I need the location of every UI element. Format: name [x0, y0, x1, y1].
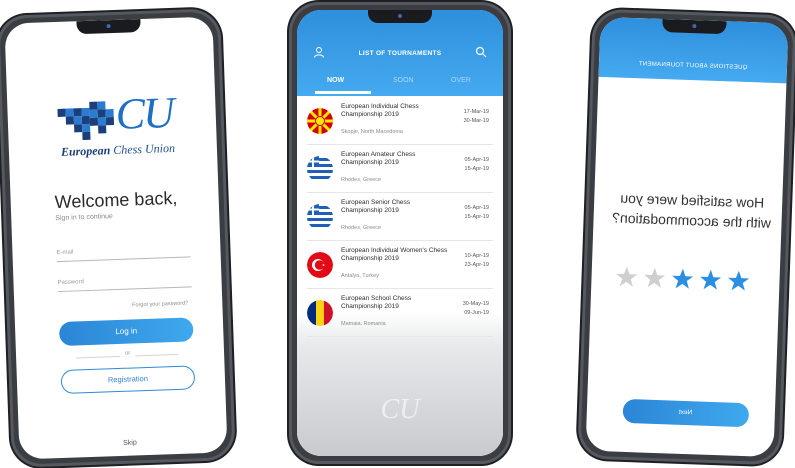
signin-hint: Sign in to continue	[55, 213, 113, 223]
email-field[interactable]: E-mail	[56, 245, 191, 263]
list-item[interactable]: European Amateur Chess Championship 2019…	[307, 146, 493, 193]
forgot-password-link[interactable]: Forgot your password?	[132, 301, 188, 309]
tournament-dates: 10-Apr-19 23-Apr-19	[464, 253, 489, 268]
greece-flag-icon	[307, 204, 333, 230]
next-button[interactable]: Next	[622, 398, 750, 428]
star-icon[interactable]	[727, 269, 750, 292]
star-icon[interactable]	[615, 266, 638, 289]
greece-flag-icon	[307, 156, 333, 182]
or-separator: or	[119, 350, 136, 357]
login-screen: CU European Chess Union Welcome back, Si…	[4, 16, 228, 460]
tournament-dates: 05-Apr-19 15-Apr-19	[464, 205, 489, 220]
tournament-name: European Senior Chess Championship 2019	[341, 199, 411, 214]
phone-notch	[76, 19, 141, 35]
romania-flag-icon	[307, 300, 333, 326]
list-item[interactable]: European Individual Women's Chess Champi…	[307, 242, 493, 289]
login-button[interactable]: Log in	[58, 317, 194, 347]
star-icon[interactable]	[643, 267, 666, 290]
star-rating[interactable]	[615, 266, 756, 298]
tournament-name: European School Chess Championship 2019	[341, 295, 412, 310]
list-item[interactable]: European Senior Chess Championship 2019 …	[307, 194, 493, 241]
logo-wordmark: CU	[114, 87, 174, 139]
survey-screen: QUESTIONS ABOUT TOURNAMENT How satisfied…	[585, 16, 789, 458]
tab-soon[interactable]: SOON	[393, 77, 414, 84]
tournament-name: European Individual Chess Championship 2…	[341, 103, 419, 118]
tab-now[interactable]: NOW	[327, 77, 344, 84]
chessboard-logo-icon	[57, 101, 115, 141]
tournaments-screen: LIST OF TOURNAMENTS NOW SOON OVER Europe…	[297, 10, 503, 456]
logo-org-name: European Chess Union	[60, 140, 176, 159]
list-item[interactable]: European Individual Chess Championship 2…	[307, 98, 493, 145]
tournament-name: European Amateur Chess Championship 2019	[341, 151, 416, 166]
turkey-flag-icon	[307, 252, 333, 278]
active-tab-indicator	[315, 91, 371, 94]
phone-notch	[662, 19, 727, 35]
phone-tournaments: LIST OF TOURNAMENTS NOW SOON OVER Europe…	[289, 2, 511, 464]
tournament-location: Rhodes, Greece	[341, 177, 382, 183]
tournament-list: European Individual Chess Championship 2…	[297, 96, 503, 456]
welcome-heading: Welcome back,	[54, 187, 178, 213]
tournament-location: Skopje, North Macedonia	[341, 129, 403, 135]
phone-notch	[368, 10, 432, 23]
star-icon[interactable]	[699, 268, 722, 291]
tab-over[interactable]: OVER	[451, 77, 471, 84]
search-icon[interactable]	[475, 46, 487, 58]
ecu-logo: CU European Chess Union	[55, 88, 185, 159]
page-title: LIST OF TOURNAMENTS	[358, 50, 442, 57]
registration-button[interactable]: Registration	[60, 365, 196, 395]
phone-login: CU European Chess Union Welcome back, Si…	[0, 8, 236, 468]
tournament-location: Mamaia, Romania	[341, 321, 386, 327]
north-macedonia-flag-icon	[307, 108, 333, 134]
tournament-dates: 17-Mar-19 30-Mar-19	[463, 109, 489, 124]
survey-question: How satisfied were you with the accommod…	[611, 189, 772, 231]
tournament-location: Antalya, Turkey	[341, 273, 379, 279]
skip-link[interactable]: Skip	[123, 439, 137, 446]
footer-logo-watermark: CU	[380, 394, 420, 425]
tournament-name: European Individual Women's Chess Champi…	[341, 247, 448, 262]
password-field[interactable]: Password	[57, 275, 192, 293]
list-item[interactable]: European School Chess Championship 2019 …	[307, 290, 493, 337]
tournament-dates: 30-May-19 09-Jun-19	[462, 301, 489, 316]
tournament-location: Rhodes, Greece	[341, 225, 382, 231]
tournament-dates: 05-Apr-19 15-Apr-19	[464, 157, 489, 172]
page-title: QUESTIONS ABOUT TOURNAMENT	[638, 61, 748, 72]
star-icon[interactable]	[671, 267, 694, 290]
phone-survey: QUESTIONS ABOUT TOURNAMENT How satisfied…	[577, 8, 795, 466]
